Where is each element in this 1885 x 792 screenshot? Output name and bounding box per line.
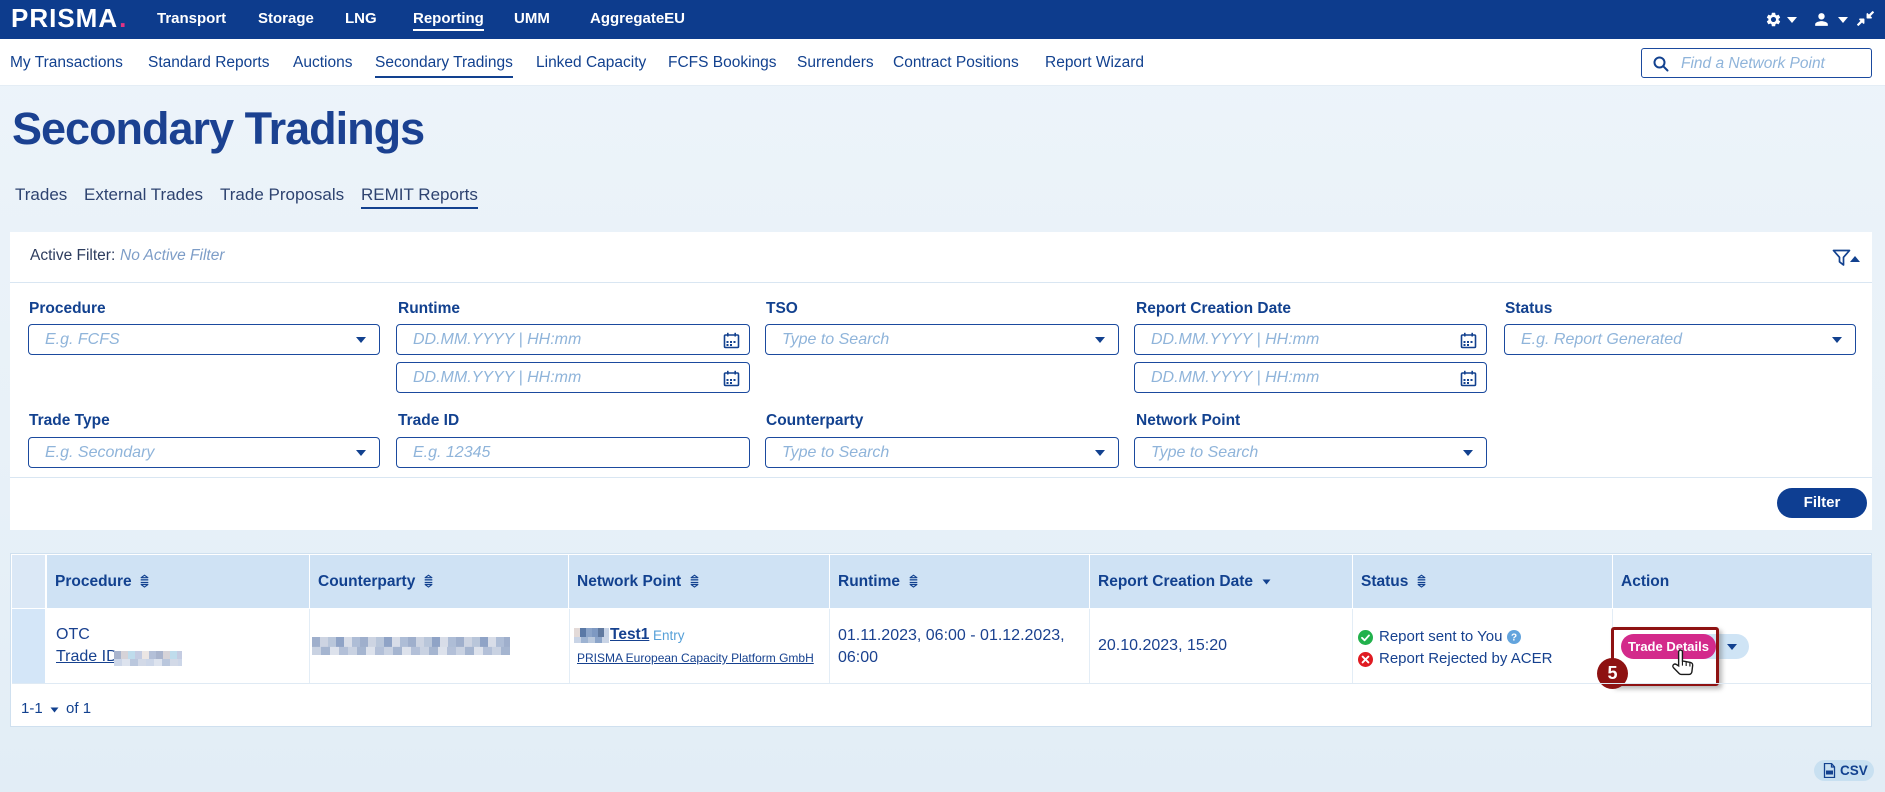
svg-text:?: ? [1511, 633, 1517, 644]
